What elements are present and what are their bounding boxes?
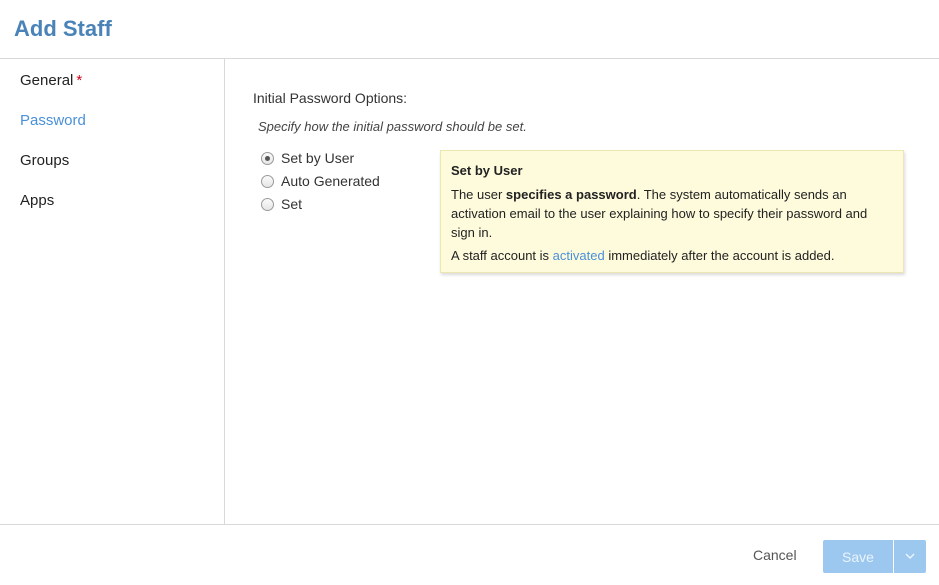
sidebar-item-label: Groups [20,152,70,169]
dialog-title: Add Staff [14,16,112,41]
activated-link[interactable]: activated [553,248,605,263]
save-options-dropdown[interactable] [894,540,926,573]
save-button[interactable]: Save [823,540,893,573]
sidebar-item-label: Password [20,112,86,129]
required-marker: * [76,72,83,89]
section-label: Initial Password Options: [253,90,408,106]
radio-set-by-user[interactable]: Set by User [261,150,354,166]
radio-button[interactable] [261,151,274,165]
info-text: immediately after the account is added. [604,248,835,263]
sidebar-item-groups[interactable]: Groups [20,152,69,169]
info-text: A staff account is [451,248,553,263]
info-bold-text: specifies a password [505,187,637,202]
info-text: The user [451,187,506,202]
info-title: Set by User [451,163,523,178]
sidebar-item-apps[interactable]: Apps [20,192,54,209]
sidebar-item-label: Apps [20,192,55,209]
sidebar: General * Password Groups Apps [0,59,225,524]
radio-button[interactable] [261,197,274,211]
info-paragraph: A staff account is activated immediately… [451,246,893,265]
password-panel: Initial Password Options: Specify how th… [226,59,939,524]
chevron-down-icon [905,551,915,563]
info-paragraph: The user specifies a password. The syste… [451,185,893,242]
dialog-footer: Cancel Save [0,524,939,585]
sidebar-item-general[interactable]: General * [20,72,82,89]
radio-label: Set [281,196,303,212]
sidebar-item-password[interactable]: Password [20,112,86,129]
radio-auto-generated[interactable]: Auto Generated [261,173,380,189]
radio-set[interactable]: Set [261,196,302,212]
sidebar-item-label: General [20,72,74,89]
radio-button[interactable] [261,174,274,188]
dialog-header: Add Staff [0,0,939,59]
radio-label: Set by User [281,150,355,166]
cancel-button[interactable]: Cancel [753,547,797,563]
radio-label: Auto Generated [281,173,380,189]
hint-text: Specify how the initial password should … [258,119,527,134]
info-tooltip: Set by User The user specifies a passwor… [440,150,904,273]
